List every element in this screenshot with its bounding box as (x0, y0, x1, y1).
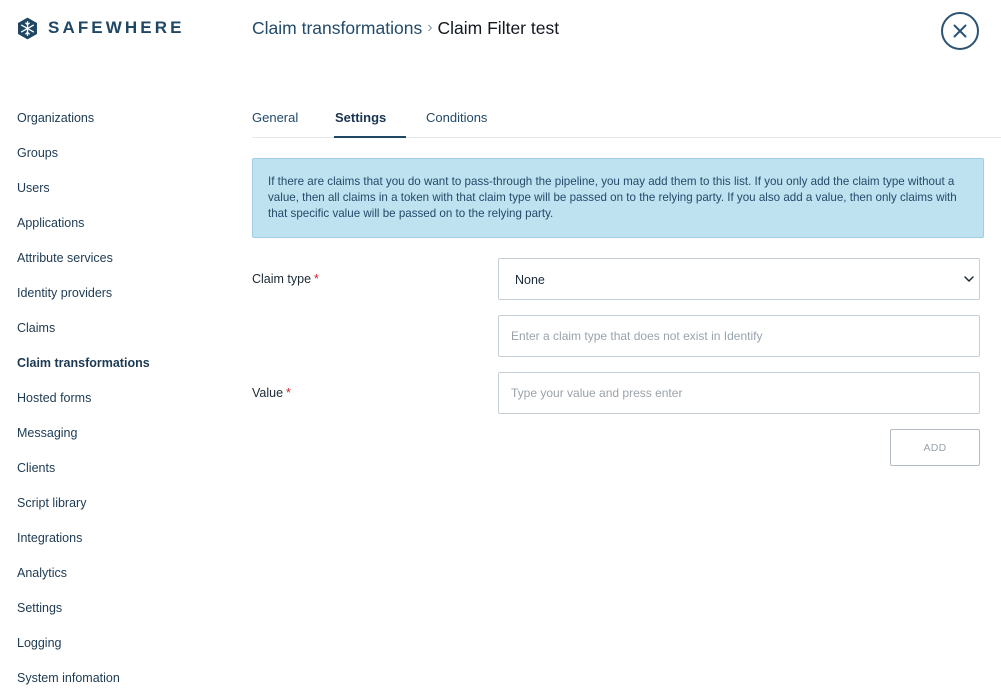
sidebar-item-integrations[interactable]: Integrations (17, 530, 82, 546)
chevron-down-icon (964, 275, 974, 283)
close-button[interactable] (941, 12, 979, 50)
add-button[interactable]: ADD (890, 429, 980, 466)
sidebar-item-analytics[interactable]: Analytics (17, 565, 67, 581)
info-alert: If there are claims that you do want to … (252, 158, 984, 238)
claim-type-selected-value: None (515, 273, 545, 287)
breadcrumb-separator: › (427, 19, 433, 36)
tab-bar: General Settings Conditions (252, 100, 1001, 138)
required-marker: * (286, 386, 291, 400)
sidebar-item-system-information[interactable]: System infomation (17, 670, 120, 686)
sidebar-item-logging[interactable]: Logging (17, 635, 62, 651)
tab-conditions[interactable]: Conditions (426, 110, 487, 126)
brand-logo: SAFEWHERE (16, 16, 185, 40)
brand-name: SAFEWHERE (48, 18, 185, 37)
sidebar-item-applications[interactable]: Applications (17, 215, 84, 231)
sidebar-item-attribute-services[interactable]: Attribute services (17, 250, 113, 266)
sidebar-item-clients[interactable]: Clients (17, 460, 55, 476)
breadcrumb: Claim transformations › Claim Filter tes… (252, 17, 559, 39)
sidebar-item-claims[interactable]: Claims (17, 320, 55, 336)
sidebar-item-organizations[interactable]: Organizations (17, 110, 94, 126)
custom-claim-type-input[interactable] (498, 315, 980, 357)
breadcrumb-parent-link[interactable]: Claim transformations (252, 17, 422, 39)
claim-type-select[interactable]: None (498, 258, 980, 300)
sidebar-item-hosted-forms[interactable]: Hosted forms (17, 390, 91, 406)
tab-general[interactable]: General (252, 110, 298, 126)
snowflake-logo-icon (16, 17, 39, 40)
value-input[interactable] (498, 372, 980, 414)
close-icon (953, 24, 967, 38)
tab-settings[interactable]: Settings (335, 110, 386, 126)
value-label: Value * (252, 386, 291, 400)
sidebar-item-claim-transformations[interactable]: Claim transformations (17, 355, 150, 371)
sidebar-item-identity-providers[interactable]: Identity providers (17, 285, 112, 301)
sidebar-item-groups[interactable]: Groups (17, 145, 58, 161)
sidebar-item-messaging[interactable]: Messaging (17, 425, 77, 441)
sidebar-item-script-library[interactable]: Script library (17, 495, 86, 511)
sidebar-item-users[interactable]: Users (17, 180, 50, 196)
active-tab-indicator (334, 136, 406, 138)
required-marker: * (314, 272, 319, 286)
claim-type-label: Claim type * (252, 272, 319, 286)
page-title: Claim Filter test (437, 18, 560, 38)
sidebar-item-settings[interactable]: Settings (17, 600, 62, 616)
